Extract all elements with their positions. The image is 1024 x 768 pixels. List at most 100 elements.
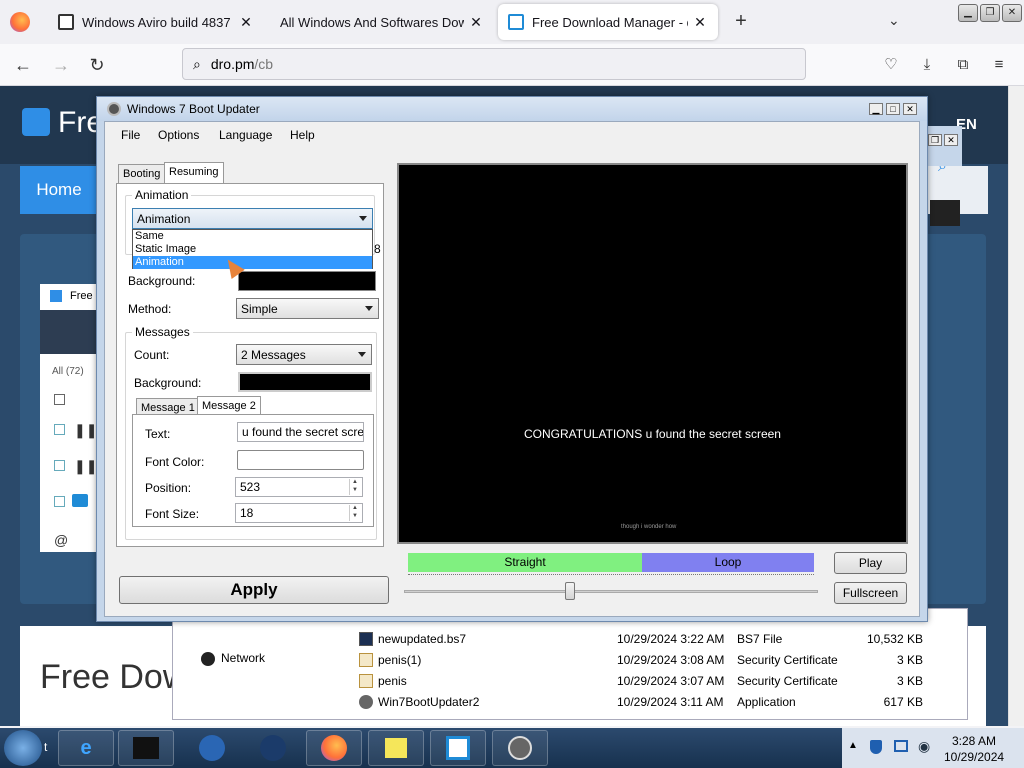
fullscreen-button[interactable]: Fullscreen	[834, 582, 907, 604]
close-icon[interactable]: ✕	[468, 14, 484, 31]
pocket-icon[interactable]: ♡	[878, 52, 904, 78]
application-icon	[359, 694, 373, 709]
mini-row-checkbox	[54, 496, 65, 507]
tab-resuming[interactable]: Resuming	[164, 162, 224, 184]
file-size: 3 KB	[896, 652, 923, 667]
tab-free-download-manager[interactable]: Free Download Manager - dow ✕	[498, 4, 718, 40]
black-box-icon	[133, 737, 159, 759]
reload-icon[interactable]: ↻	[84, 52, 110, 78]
message-background-swatch[interactable]	[238, 372, 372, 392]
taskbar-free-download-manager[interactable]	[430, 730, 486, 766]
font-size-value: 18	[240, 506, 254, 520]
taskbar-sticky-notes[interactable]	[368, 730, 424, 766]
position-input[interactable]: 523	[235, 477, 363, 497]
browser-tab-bar: Windows Aviro build 4837 (Mile ✕ All Win…	[0, 0, 1024, 44]
animation-group-label: Animation	[132, 188, 192, 202]
spinner-arrows-icon[interactable]	[349, 479, 361, 495]
taskbar-firefox[interactable]	[306, 730, 362, 766]
timeline-slider[interactable]	[404, 590, 818, 593]
mode-tabs: Booting Resuming	[116, 162, 386, 184]
file-row[interactable]: newupdated.bs7 10/29/2024 3:22 AM BS7 Fi…	[173, 628, 969, 649]
hamburger-menu-icon[interactable]: ≡	[986, 52, 1012, 78]
home-link[interactable]: Home	[20, 166, 98, 214]
timeline-slider-thumb[interactable]	[564, 582, 575, 600]
show-hidden-icons[interactable]: ▲	[848, 740, 858, 751]
certificate-icon	[359, 673, 373, 688]
clock-date[interactable]: 10/29/2024	[944, 750, 1004, 764]
file-size: 617 KB	[883, 694, 923, 709]
file-date: 10/29/2024 3:07 AM	[617, 673, 725, 688]
tab-all-windows[interactable]: All Windows And Softwares Downl ✕	[270, 4, 494, 40]
menu-file[interactable]: File	[121, 128, 140, 142]
tab-booting[interactable]: Booting	[118, 164, 166, 184]
network-tray-icon[interactable]	[894, 740, 908, 752]
tab-list-icon[interactable]: ⌄	[888, 12, 900, 29]
maximize-button[interactable]: □	[886, 103, 900, 115]
animation-select[interactable]: Animation	[132, 208, 373, 229]
mini-row-checkbox	[54, 460, 65, 471]
mini-all-count: All (72)	[52, 366, 84, 377]
method-select[interactable]: Simple	[236, 298, 379, 319]
site-heading: Free Dow	[40, 658, 188, 696]
taskbar-boot-updater[interactable]	[492, 730, 548, 766]
new-tab-button[interactable]: +	[730, 10, 752, 32]
close-window-button[interactable]: ✕	[1002, 4, 1022, 22]
font-size-input[interactable]: 18	[235, 503, 363, 523]
option-animation[interactable]: Animation	[133, 256, 372, 269]
font-size-label: Font Size:	[145, 507, 200, 521]
extensions-icon[interactable]: ⧉	[950, 52, 976, 78]
system-tray: ▲ ◉ 3:28 AM 10/29/2024	[842, 728, 1024, 768]
speaker-icon[interactable]: ◉	[918, 738, 930, 755]
internet-explorer-icon: e	[80, 736, 92, 759]
count-select[interactable]: 2 Messages	[236, 344, 372, 365]
taskbar-media-box[interactable]	[118, 730, 174, 766]
tab-label: Windows Aviro build 4837 (Mile	[82, 14, 234, 30]
minimize-button[interactable]: ▁	[958, 4, 978, 22]
tab-windows-aviro[interactable]: Windows Aviro build 4837 (Mile ✕	[48, 4, 264, 40]
play-button[interactable]: Play	[834, 552, 907, 574]
message-2-panel: Text: u found the secret screen Font Col…	[132, 414, 374, 527]
taskbar-globe[interactable]	[245, 730, 301, 766]
file-row[interactable]: penis 10/29/2024 3:07 AM Security Certif…	[173, 670, 969, 691]
spinner-arrows-icon[interactable]	[349, 505, 361, 521]
close-button[interactable]: ✕	[903, 103, 917, 115]
background-window-strip	[922, 126, 962, 166]
option-static-image[interactable]: Static Image	[133, 243, 372, 256]
method-label: Method:	[128, 302, 172, 316]
firefox-menu-icon[interactable]	[10, 12, 30, 32]
clock-time[interactable]: 3:28 AM	[952, 734, 996, 748]
close-icon[interactable]: ✕	[238, 14, 254, 31]
back-icon[interactable]: ←	[10, 52, 36, 78]
background-window-close-button[interactable]: ✕	[944, 134, 958, 146]
option-same[interactable]: Same	[133, 230, 372, 243]
file-name: penis(1)	[378, 652, 422, 667]
minimize-button[interactable]: ▁	[869, 103, 883, 115]
forward-icon[interactable]: →	[48, 52, 74, 78]
message-text-input[interactable]: u found the secret screen	[237, 422, 364, 442]
straight-bar[interactable]: Straight	[408, 553, 642, 572]
file-name: penis	[378, 673, 407, 688]
menu-options[interactable]: Options	[158, 128, 199, 142]
url-bar[interactable]: ⌕ dro.pm/cb	[182, 48, 806, 80]
close-icon[interactable]: ✕	[692, 14, 708, 31]
downloads-icon[interactable]: ⤓	[914, 52, 940, 78]
taskbar-internet-explorer[interactable]: e	[58, 730, 114, 766]
background-color-swatch[interactable]	[238, 271, 376, 291]
file-row[interactable]: penis(1) 10/29/2024 3:08 AM Security Cer…	[173, 649, 969, 670]
animation-dropdown-list: Same Static Image Animation	[132, 229, 373, 269]
taskbar-empty-1[interactable]	[184, 730, 240, 766]
start-button[interactable]	[4, 730, 42, 766]
menu-language[interactable]: Language	[219, 128, 272, 142]
background-window-restore-button[interactable]: ❐	[928, 134, 942, 146]
file-row[interactable]: Win7BootUpdater2 10/29/2024 3:11 AM Appl…	[173, 691, 969, 712]
menu-help[interactable]: Help	[290, 128, 315, 142]
loop-bar[interactable]: Loop	[642, 553, 814, 572]
window-title-bar[interactable]: Windows 7 Boot Updater ▁ □ ✕	[97, 97, 927, 121]
page-scrollbar[interactable]	[1008, 86, 1024, 726]
dropdown-arrow-icon	[358, 352, 366, 357]
restore-button[interactable]: ❐	[980, 4, 1000, 22]
apply-button[interactable]: Apply	[119, 576, 389, 604]
pause-icon: ❚❚	[74, 422, 98, 438]
font-color-swatch[interactable]	[237, 450, 364, 470]
font-color-label: Font Color:	[145, 455, 205, 469]
